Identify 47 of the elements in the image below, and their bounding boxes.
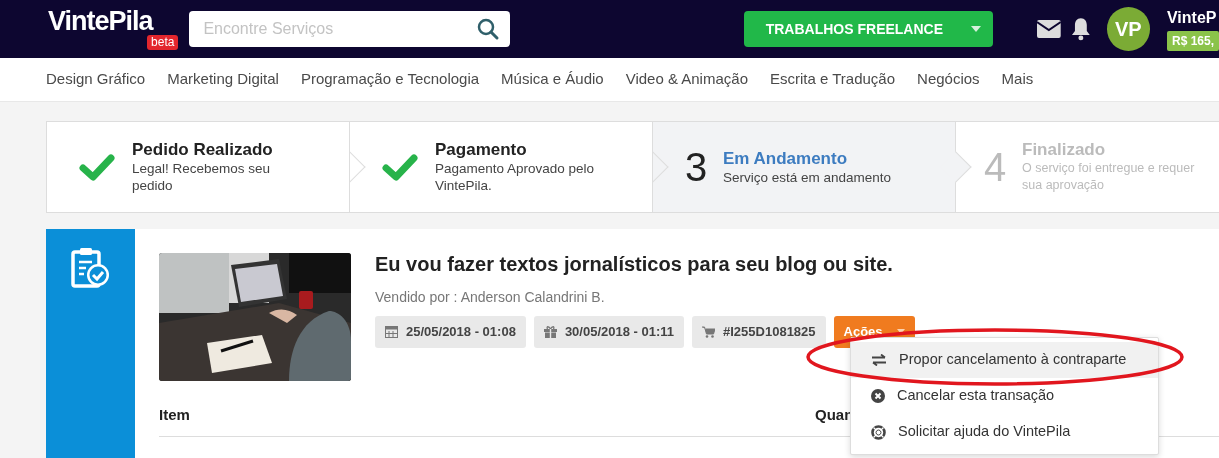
step-description: Legal! Recebemos seu pedido [132,160,272,194]
step-number: 4 [984,144,1007,189]
seller-text: Vendido por : Anderson Calandrini B. [375,288,606,307]
order-id-chip: #I255D1081825 [692,316,826,348]
step-title: Pedido Realizado [132,140,274,160]
logo[interactable]: VintePila [48,8,153,35]
swap-icon [871,354,887,366]
order-date-chip: 25/05/2018 - 01:08 [375,316,526,348]
clipboard-check-icon [69,247,112,289]
caret-icon [896,329,905,335]
search-icon[interactable] [475,17,500,41]
category-link[interactable]: Negócios [917,68,980,91]
gift-icon [543,325,557,339]
mail-icon[interactable] [1037,20,1061,38]
step-number: 3 [685,144,708,189]
step-title: Finalizado [1022,140,1107,160]
menu-item[interactable]: Propor cancelamento à contraparte [851,342,1158,378]
service-title[interactable]: Eu vou fazer textos jornalísticos para seu blog ou site. [375,249,1219,279]
delivery-date-chip: 30/05/2018 - 01:11 [533,316,685,348]
cart-icon [702,325,716,338]
menu-item[interactable]: Solicitar ajuda do VintePila [851,414,1158,450]
category-link[interactable]: Video & Animação [625,68,748,91]
step-title: Em Andamento [723,148,849,169]
cancel-icon [871,389,885,403]
step-description: O serviço foi entregue e requer sua aprovação [1022,160,1196,194]
beta-badge: beta [147,35,179,50]
menu-item[interactable]: Cancelar esta transação [851,378,1158,414]
bell-icon[interactable] [1070,17,1091,41]
step-description: Serviço está em andamento [723,168,893,186]
step-title: Pagamento [435,140,528,160]
step-description: Pagamento Aprovado pelo VintePila. [435,160,596,194]
category-link[interactable]: Programação e Tecnologia [300,68,480,91]
category-link[interactable]: Escrita e Tradução [770,68,896,91]
category-link[interactable]: Marketing Digital [167,68,279,91]
search-input[interactable]: Encontre Serviços [201,16,476,42]
calendar-icon [385,325,398,339]
category-link[interactable]: Design Gráfico [46,68,146,91]
check-icon [382,153,418,181]
column-header: Item [159,406,190,423]
user-name[interactable]: VinteP [1166,9,1217,27]
lifebuoy-icon [871,424,886,440]
caret-icon [971,26,982,32]
category-link[interactable]: Mais [1001,68,1034,91]
search-field[interactable]: Encontre Serviços [189,11,510,47]
balance-badge: R$ 165, [1166,31,1219,51]
check-icon [79,153,115,181]
category-link[interactable]: Música e Áudio [501,68,604,91]
